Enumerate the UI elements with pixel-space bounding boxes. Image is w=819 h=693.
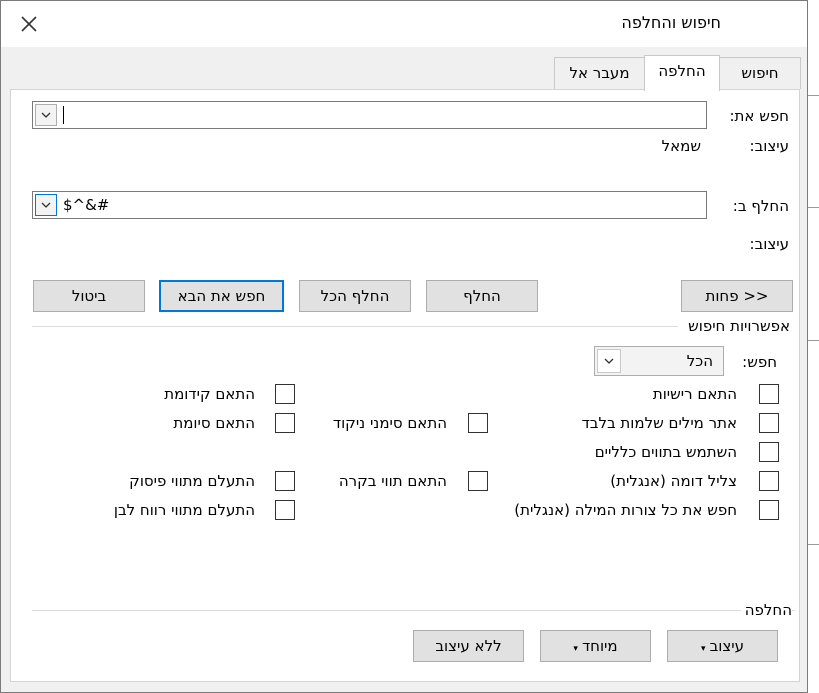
replace-combobox[interactable]: $^&# [32, 191, 707, 219]
ignore-punctuation-checkbox[interactable] [275, 471, 295, 491]
match-control-chars-label: התאם תווי בקרה [338, 472, 447, 490]
close-icon[interactable] [15, 10, 43, 38]
replace-button[interactable]: החלף [426, 280, 538, 312]
match-case-label: התאם רישיות [652, 385, 737, 403]
search-options-title: אפשרויות חיפוש [688, 317, 790, 335]
match-diacritics-label: התאם סימני ניקוד [332, 414, 447, 432]
ignore-whitespace-label: התעלם מתווי רווח לבן [113, 501, 255, 519]
find-replace-dialog: חיפוש והחלפה חיפוש החלפה מעבר אל חפש את:… [0, 0, 808, 693]
tab-find[interactable]: חיפוש [719, 57, 801, 89]
doc-line [808, 544, 819, 545]
replace-label: החלף ב: [732, 197, 789, 215]
sounds-like-checkbox[interactable] [759, 471, 779, 491]
match-control-chars-checkbox[interactable] [468, 471, 488, 491]
find-format-value: שמאל [661, 137, 701, 155]
ignore-whitespace-checkbox[interactable] [275, 500, 295, 520]
search-direction-value: הכל [686, 352, 713, 370]
replace-all-button[interactable]: החלף הכל [299, 280, 411, 312]
special-dropdown-arrow-icon: ▾ [573, 644, 578, 654]
match-diacritics-checkbox[interactable] [468, 413, 488, 433]
replace-format-label: עיצוב: [749, 235, 789, 253]
replace-input-value[interactable]: $^&# [63, 196, 109, 214]
doc-line [808, 95, 819, 96]
cancel-button[interactable]: ביטול [33, 280, 145, 312]
match-prefix-label: התאם קידומת [164, 385, 255, 403]
search-direction-select[interactable]: הכל [594, 346, 724, 376]
replace-section-title: החלפה [740, 601, 792, 619]
title-bar: חיפוש והחלפה [1, 1, 807, 47]
wildcards-checkbox[interactable] [759, 442, 779, 462]
less-button[interactable]: << פחות [681, 280, 793, 312]
text-caret [63, 106, 64, 124]
match-suffix-checkbox[interactable] [275, 413, 295, 433]
find-combobox[interactable] [32, 101, 707, 129]
doc-line [808, 207, 819, 208]
whole-words-checkbox[interactable] [759, 413, 779, 433]
no-formatting-button[interactable]: ללא עיצוב [413, 630, 524, 662]
options-divider [32, 326, 678, 327]
replace-dropdown-chevron-icon[interactable] [35, 194, 57, 216]
wildcards-label: השתמש בתווים כלליים [594, 443, 737, 461]
format-dropdown-arrow-icon: ▾ [701, 644, 706, 654]
doc-line [808, 340, 819, 341]
special-button-label: מיוחד [581, 637, 618, 655]
format-button[interactable]: עיצוב▾ [667, 630, 778, 662]
whole-words-label: אתר מילים שלמות בלבד [581, 414, 737, 432]
find-format-label: עיצוב: [749, 137, 789, 155]
word-forms-label: חפש את כל צורות המילה (אנגלית) [514, 501, 737, 519]
match-suffix-label: התאם סיומת [173, 414, 255, 432]
match-prefix-checkbox[interactable] [275, 384, 295, 404]
tab-goto[interactable]: מעבר אל [554, 57, 645, 89]
word-forms-checkbox[interactable] [759, 500, 779, 520]
search-direction-chevron-icon[interactable] [597, 349, 621, 373]
ignore-punctuation-label: התעלם מתווי פיסוק [129, 472, 255, 490]
special-button[interactable]: מיוחד▾ [540, 630, 651, 662]
match-case-checkbox[interactable] [759, 384, 779, 404]
dialog-title: חיפוש והחלפה [621, 13, 721, 32]
search-direction-label: חפש: [742, 353, 777, 371]
format-button-label: עיצוב [709, 637, 744, 655]
sounds-like-label: צליל דומה (אנגלית) [610, 472, 737, 490]
find-label: חפש את: [729, 107, 789, 125]
find-next-button[interactable]: חפש את הבא [159, 280, 284, 312]
tab-replace[interactable]: החלפה [644, 55, 720, 91]
replace-section-divider [32, 610, 795, 611]
find-dropdown-chevron-icon[interactable] [35, 104, 57, 126]
